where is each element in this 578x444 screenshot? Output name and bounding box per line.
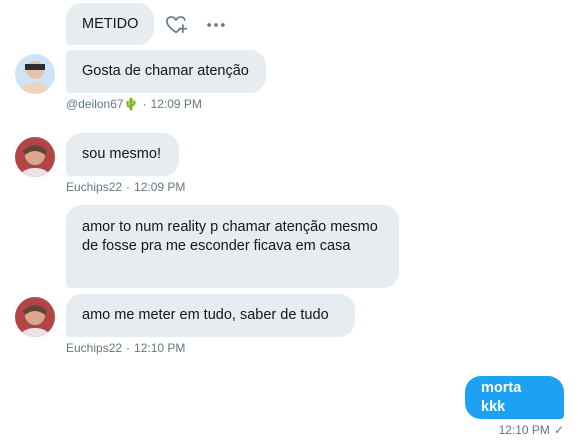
message-text: METIDO [82,15,139,32]
timestamp: 12:10 PM [134,341,186,355]
message-text: amo me meter em tudo, saber de tudo [82,307,329,323]
message-bubble[interactable]: METIDO [66,3,154,45]
message-meta: Euchips22 · 12:09 PM [66,180,185,194]
separator: · [142,97,147,111]
message-bubble[interactable]: amo me meter em tudo, saber de tudo [66,294,355,337]
sender-name[interactable]: Euchips22 [66,341,122,355]
message-bubble[interactable]: Gosta de chamar atenção [66,50,266,93]
message-meta: Euchips22 · 12:10 PM [66,341,185,355]
timestamp: 12:09 PM [150,97,202,111]
avatar[interactable] [15,137,55,177]
heart-plus-icon [166,16,187,34]
more-button[interactable] [204,13,228,37]
sender-emoji: 🌵 [123,97,139,111]
separator: · [126,180,131,194]
more-horizontal-icon [207,23,225,27]
timestamp: 12:10 PM [498,423,550,437]
message-meta: @deilon67 🌵 · 12:09 PM [66,97,202,111]
timestamp: 12:09 PM [134,180,186,194]
message-text: sou mesmo! [82,146,161,162]
message-text: Gosta de chamar atenção [82,63,249,79]
message-bubble[interactable]: morta kkk [465,376,564,419]
avatar[interactable] [15,54,55,94]
message-bubble[interactable]: sou mesmo! [66,133,179,176]
message-text: morta kkk [481,379,522,415]
check-icon: ✓ [553,423,564,437]
message-text: amor to num reality p chamar atenção mes… [82,219,378,254]
message-meta: 12:10 PM ✓ [499,423,564,437]
avatar[interactable] [15,297,55,337]
sender-name[interactable]: Euchips22 [66,180,122,194]
separator: · [126,341,131,355]
react-button[interactable] [164,13,188,37]
sender-name[interactable]: @deilon67 [66,97,124,111]
message-bubble[interactable]: amor to num reality p chamar atenção mes… [66,205,399,288]
